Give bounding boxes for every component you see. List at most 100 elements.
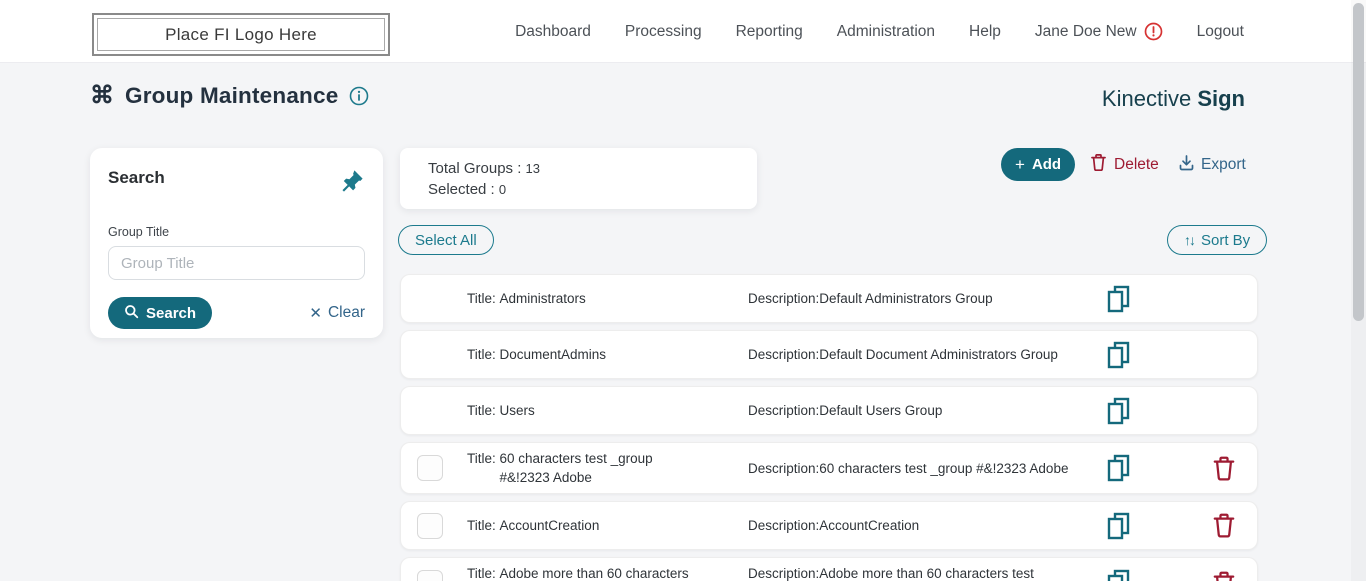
clear-button[interactable]: ✕ Clear [309, 304, 365, 322]
top-bar: Place FI Logo Here Dashboard Processing … [0, 0, 1366, 63]
description-value: Default Users Group [819, 401, 942, 420]
sort-arrows-icon: ↑↓ [1184, 232, 1194, 248]
nav-item-logout[interactable]: Logout [1197, 23, 1244, 41]
copy-icon[interactable] [1101, 340, 1135, 370]
title-prefix: Title: [467, 345, 500, 364]
search-button-label: Search [146, 305, 196, 322]
select-all-label: Select All [415, 232, 477, 249]
magnifier-icon [124, 304, 139, 323]
summary-card: Total Groups : 13 Selected : 0 [400, 148, 757, 209]
title-value: Users [500, 401, 535, 420]
selected-count-label: Selected : [428, 181, 499, 198]
selected-count: Selected : 0 [428, 181, 729, 198]
copy-icon[interactable] [1101, 396, 1135, 426]
trash-icon [1090, 153, 1107, 177]
total-groups-label: Total Groups : [428, 160, 526, 177]
group-row: Title: AccountCreation Description: Acco… [400, 501, 1258, 550]
row-checkbox[interactable] [417, 455, 443, 481]
export-button[interactable]: Export [1178, 150, 1246, 180]
select-all-button[interactable]: Select All [398, 225, 494, 255]
description-value: Default Administrators Group [819, 289, 992, 308]
scrollbar-track[interactable] [1351, 0, 1366, 581]
info-icon[interactable] [349, 86, 369, 106]
sort-by-button[interactable]: ↑↓ Sort By [1167, 225, 1267, 255]
group-description-cell: Description: Adobe more than 60 characte… [748, 564, 1101, 581]
group-title-cell: Title: Users [467, 401, 712, 420]
page-title: Group Maintenance [125, 83, 338, 109]
group-title-cell: Title: DocumentAdmins [467, 345, 712, 364]
close-icon: ✕ [309, 304, 322, 322]
brand-logo: Kinective Sign [1102, 86, 1245, 112]
group-title-cell: Title: Adobe more than 60 characters tes… [467, 564, 712, 581]
description-value: 60 characters test _group #&!2323 Adobe [819, 459, 1068, 478]
brand-suffix: Sign [1197, 86, 1245, 111]
row-checkbox[interactable] [417, 570, 443, 581]
delete-button[interactable]: Delete [1090, 150, 1159, 180]
group-description-cell: Description: 60 characters test _group #… [748, 459, 1101, 478]
pin-icon[interactable] [339, 168, 365, 199]
total-groups-value: 13 [526, 161, 540, 176]
title-prefix: Title: [467, 289, 500, 308]
description-prefix: Description: [748, 401, 819, 420]
nav-item-dashboard[interactable]: Dashboard [515, 23, 591, 41]
title-prefix: Title: [467, 449, 500, 487]
row-trash-icon[interactable] [1207, 455, 1241, 482]
row-trash-icon[interactable] [1207, 570, 1241, 581]
group-description-cell: Description: Default Document Administra… [748, 345, 1101, 364]
group-row: Title: DocumentAdmins Description: Defau… [400, 330, 1258, 379]
title-prefix: Title: [467, 516, 500, 535]
alert-circle-icon [1144, 22, 1163, 41]
group-title-cell: Title: Administrators [467, 289, 712, 308]
row-trash-icon[interactable] [1207, 512, 1241, 539]
description-prefix: Description: [748, 564, 819, 581]
copy-icon[interactable] [1101, 568, 1135, 581]
title-value: AccountCreation [500, 516, 600, 535]
add-button-label: Add [1032, 156, 1061, 173]
description-prefix: Description: [748, 516, 819, 535]
description-value: Default Document Administrators Group [819, 345, 1058, 364]
delete-button-label: Delete [1114, 156, 1159, 174]
nav-item-help[interactable]: Help [969, 23, 1001, 41]
search-panel-title: Search [108, 168, 165, 188]
title-prefix: Title: [467, 564, 500, 581]
group-row: Title: Adobe more than 60 characters tes… [400, 557, 1258, 581]
nav-item-processing[interactable]: Processing [625, 23, 702, 41]
title-value: DocumentAdmins [500, 345, 607, 364]
group-row: Title: Users Description: Default Users … [400, 386, 1258, 435]
description-value: Adobe more than 60 characters test _grou… [819, 564, 1101, 581]
clear-button-label: Clear [328, 304, 365, 322]
title-prefix: Title: [467, 401, 500, 420]
group-title-input[interactable] [108, 246, 365, 280]
copy-icon[interactable] [1101, 511, 1135, 541]
row-checkbox[interactable] [417, 513, 443, 539]
nav-item-reporting[interactable]: Reporting [736, 23, 803, 41]
search-button[interactable]: Search [108, 297, 212, 329]
group-title-cell: Title: 60 characters test _group #&!2323… [467, 449, 712, 487]
copy-icon[interactable] [1101, 284, 1135, 314]
title-value: 60 characters test _group #&!2323 Adobe [500, 449, 705, 487]
brand-name: Kinective [1102, 86, 1191, 111]
title-value: Administrators [500, 289, 586, 308]
search-panel: Search Group Title Search ✕ Clear [90, 148, 383, 338]
copy-icon[interactable] [1101, 453, 1135, 483]
download-icon [1178, 154, 1195, 177]
total-groups: Total Groups : 13 [428, 160, 729, 177]
group-title-label: Group Title [108, 225, 365, 239]
export-button-label: Export [1201, 156, 1246, 174]
scrollbar-thumb[interactable] [1353, 3, 1364, 321]
group-description-cell: Description: Default Administrators Grou… [748, 289, 1101, 308]
nav-item-administration[interactable]: Administration [837, 23, 935, 41]
group-title-cell: Title: AccountCreation [467, 516, 712, 535]
group-row: Title: Administrators Description: Defau… [400, 274, 1258, 323]
main-nav: Dashboard Processing Reporting Administr… [515, 0, 1244, 63]
description-value: AccountCreation [819, 516, 919, 535]
page-header: ⌘ Group Maintenance [90, 83, 369, 109]
selected-count-value: 0 [499, 182, 506, 197]
user-menu[interactable]: Jane Doe New [1035, 22, 1163, 41]
fi-logo-placeholder: Place FI Logo Here [92, 13, 390, 56]
group-row: Title: 60 characters test _group #&!2323… [400, 442, 1258, 494]
command-tools-icon: ⌘ [90, 84, 114, 108]
description-prefix: Description: [748, 345, 819, 364]
add-button[interactable]: + Add [1001, 148, 1075, 181]
description-prefix: Description: [748, 459, 819, 478]
